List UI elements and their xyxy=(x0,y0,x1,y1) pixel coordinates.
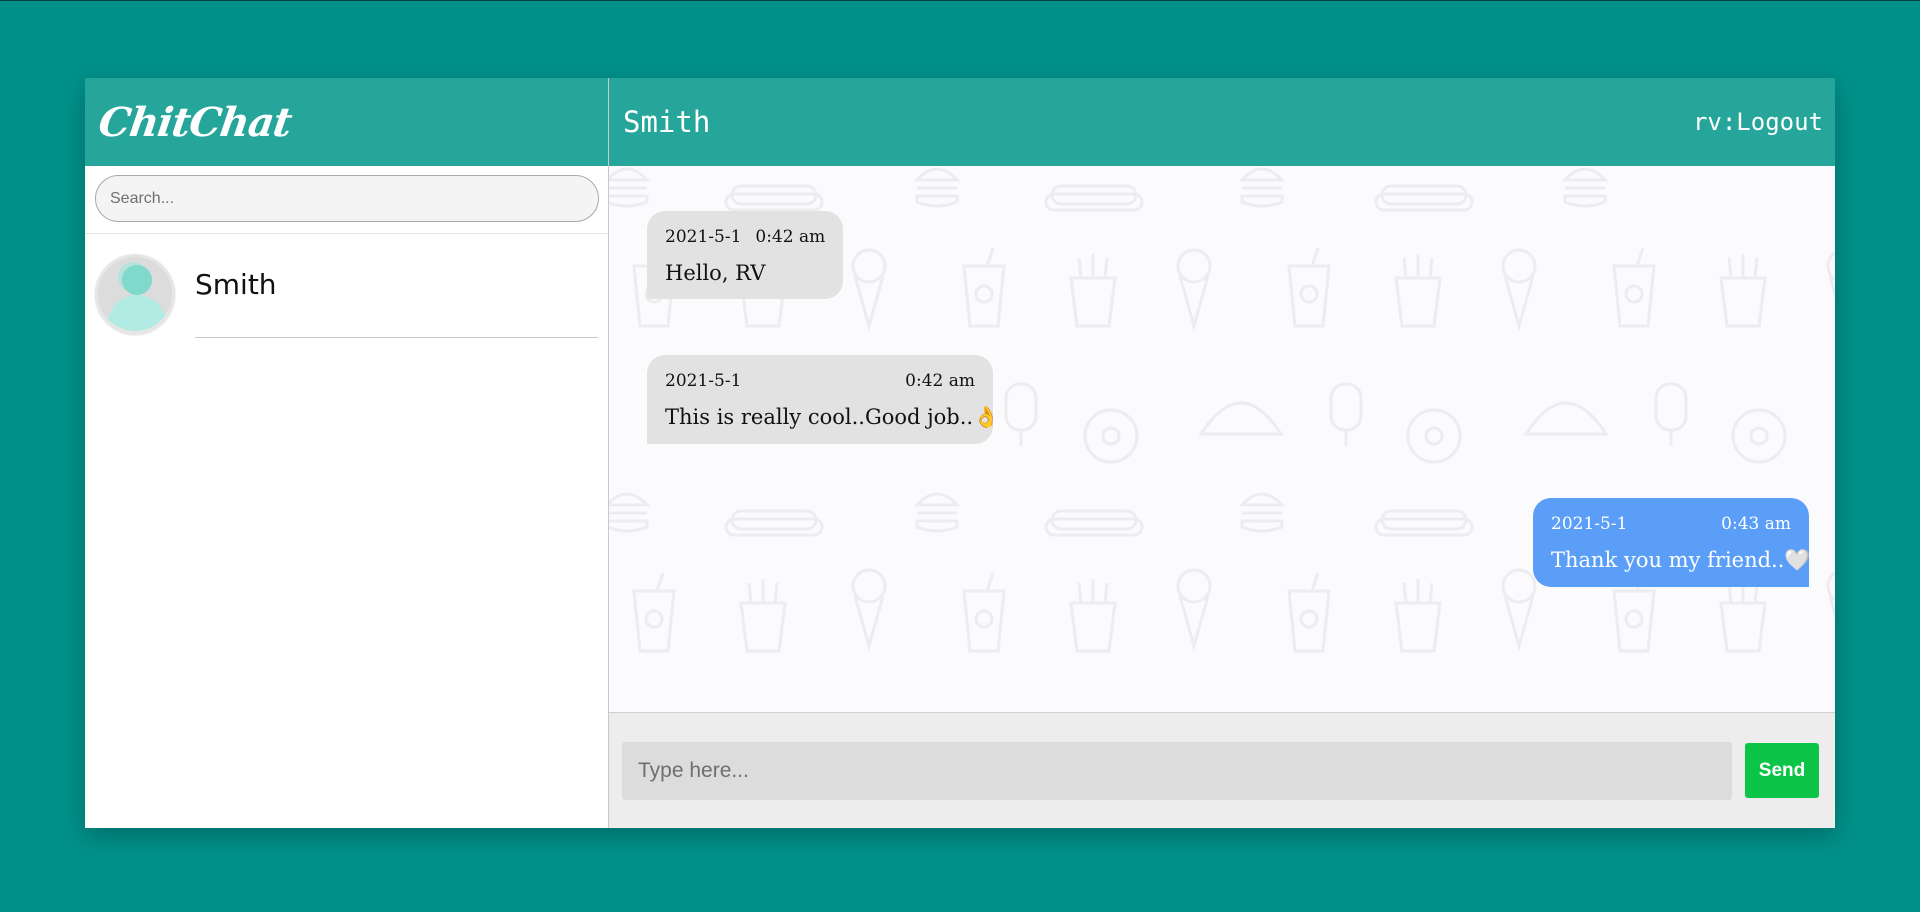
message-meta: 2021-5-1 0:43 am xyxy=(1551,514,1791,534)
message-composer: Send xyxy=(609,713,1835,828)
message-bubble-incoming: 2021-5-1 0:42 am This is really cool..Go… xyxy=(647,355,1000,444)
contact-info: Smith xyxy=(195,254,598,338)
message-list[interactable]: 2021-5-1 0:42 am Hello, RV 2021-5-1 0:42… xyxy=(609,166,1835,713)
chat-title: Smith xyxy=(623,105,711,139)
message-meta: 2021-5-1 0:42 am xyxy=(665,227,825,247)
message-time: 0:43 am xyxy=(1721,514,1791,534)
logout-link[interactable]: rv:Logout xyxy=(1693,108,1823,136)
message-meta: 2021-5-1 0:42 am xyxy=(665,371,975,391)
message-time: 0:42 am xyxy=(905,371,975,391)
message-bubble-outgoing: 2021-5-1 0:43 am Thank you my friend..🤍 xyxy=(1533,498,1811,587)
message-date: 2021-5-1 xyxy=(1551,514,1628,534)
message-bubble-incoming: 2021-5-1 0:42 am Hello, RV xyxy=(647,211,844,299)
search-input[interactable] xyxy=(95,175,599,222)
message-input[interactable] xyxy=(622,741,1732,800)
message-date: 2021-5-1 xyxy=(665,371,742,391)
message-time: 0:42 am xyxy=(755,227,826,247)
brand-bar: ChitChat xyxy=(85,78,608,166)
avatar xyxy=(95,254,175,334)
chat-header: Smith rv:Logout xyxy=(609,78,1835,166)
app-logo: ChitChat xyxy=(95,98,295,146)
chat-app-window: ChitChat Smith Smith rv:Logout xyxy=(85,78,1835,828)
message-date: 2021-5-1 xyxy=(665,227,742,247)
message-text: Hello, RV xyxy=(665,261,766,285)
search-bar xyxy=(85,166,608,234)
send-button[interactable]: Send xyxy=(1745,743,1819,798)
contact-item[interactable]: Smith xyxy=(85,234,608,344)
chat-panel: Smith rv:Logout 2021-5-1 0:42 am Hello, … xyxy=(609,78,1835,828)
contact-name: Smith xyxy=(195,268,277,301)
message-text: This is really cool..Good job..👌 xyxy=(665,405,1000,429)
sidebar: ChitChat Smith xyxy=(85,78,609,828)
message-text: Thank you my friend..🤍 xyxy=(1551,548,1811,572)
